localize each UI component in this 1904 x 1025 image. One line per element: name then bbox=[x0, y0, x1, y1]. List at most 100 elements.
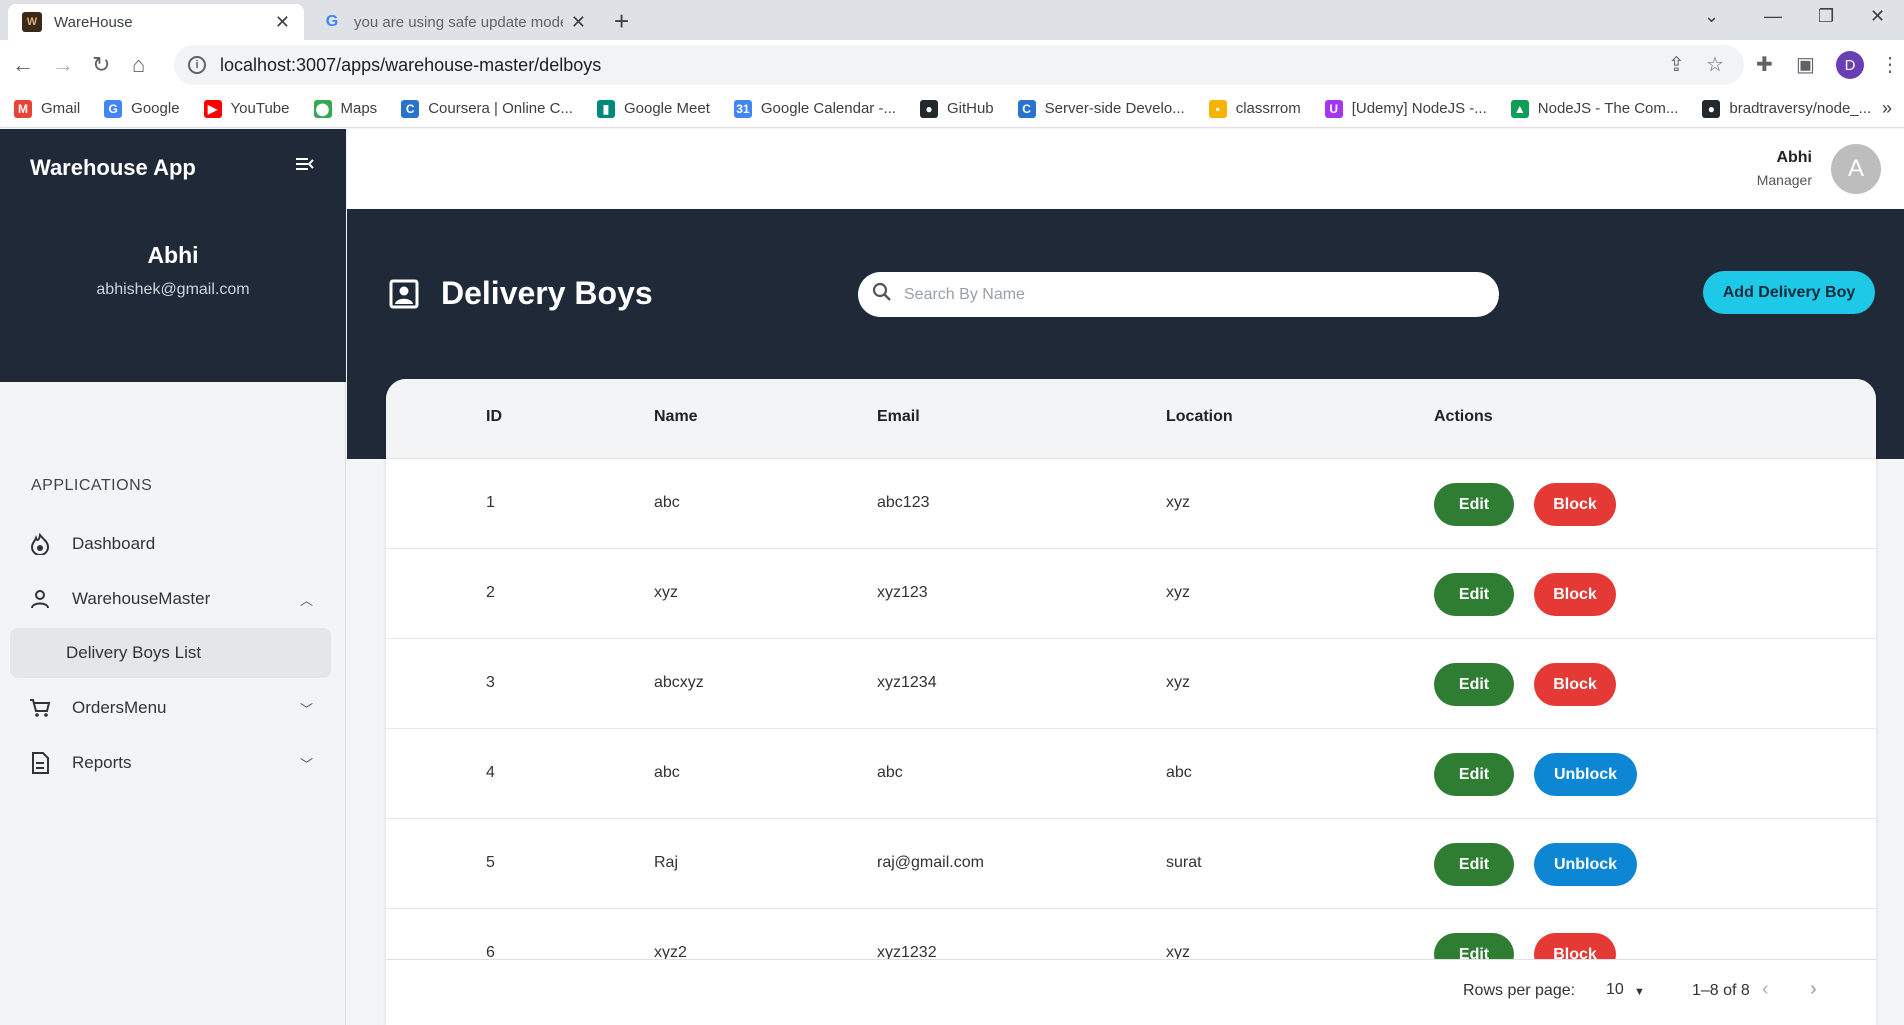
tab-google-search[interactable]: G you are using safe update mode ✕ bbox=[308, 4, 600, 40]
coursera-icon: C bbox=[1017, 99, 1036, 118]
youtube-icon: ▶ bbox=[203, 99, 222, 118]
bookmark-item[interactable]: G Google bbox=[104, 99, 180, 118]
table-row: 5 Raj raj@gmail.com surat Edit Unblock bbox=[386, 819, 1876, 909]
edit-button[interactable]: Edit bbox=[1434, 483, 1514, 526]
column-header-name: Name bbox=[654, 408, 698, 425]
add-delivery-boy-button[interactable]: Add Delivery Boy bbox=[1703, 271, 1875, 314]
sidebar-item-delivery-boys-list[interactable]: Delivery Boys List bbox=[10, 628, 331, 678]
cell-email: abc bbox=[877, 764, 903, 781]
sidebar-item-label: Reports bbox=[72, 753, 132, 772]
unblock-button[interactable]: Unblock bbox=[1534, 753, 1637, 796]
bookmark-item[interactable]: 31 Google Calendar -... bbox=[733, 99, 896, 118]
forward-icon[interactable]: → bbox=[52, 52, 74, 78]
topbar-user-name: Abhi bbox=[1776, 149, 1812, 166]
table-pagination: Rows per page: 10 ▼ 1–8 of 8 ‹ › bbox=[386, 959, 1876, 1025]
edit-button[interactable]: Edit bbox=[1434, 753, 1514, 796]
google-icon: G bbox=[104, 99, 123, 118]
edit-button[interactable]: Edit bbox=[1434, 843, 1514, 886]
caret-down-icon[interactable]: ▼ bbox=[1634, 986, 1645, 998]
reload-icon[interactable]: ↻ bbox=[92, 52, 110, 78]
meet-icon: ▮ bbox=[596, 99, 615, 118]
collapse-menu-icon[interactable] bbox=[296, 155, 314, 178]
chevron-up-icon: ︿ bbox=[299, 592, 313, 608]
avatar[interactable]: A bbox=[1831, 144, 1881, 194]
bookmark-item[interactable]: ▶ YouTube bbox=[203, 99, 290, 118]
sidebar-item-dashboard[interactable]: Dashboard bbox=[10, 519, 331, 569]
table-row: 1 abc abc123 xyz Edit Block bbox=[386, 459, 1876, 549]
cell-name: Raj bbox=[654, 854, 679, 871]
block-button[interactable]: Block bbox=[1534, 663, 1616, 706]
table-row: 3 abcxyz xyz1234 xyz Edit Block bbox=[386, 639, 1876, 729]
previous-page-icon[interactable]: ‹ bbox=[1762, 978, 1769, 1001]
extensions-icon[interactable]: ✚ bbox=[1756, 52, 1773, 77]
bookmark-label: Gmail bbox=[41, 100, 81, 117]
close-icon[interactable]: ✕ bbox=[571, 12, 586, 33]
tab-search-icon[interactable]: ⌄ bbox=[1704, 6, 1719, 27]
unblock-button[interactable]: Unblock bbox=[1534, 843, 1637, 886]
bookmark-item[interactable]: M Gmail bbox=[14, 99, 81, 118]
topbar-user-role: Manager bbox=[1756, 172, 1812, 188]
window-close-icon[interactable]: ✕ bbox=[1870, 6, 1885, 27]
profile-avatar[interactable]: D bbox=[1836, 51, 1864, 79]
share-icon[interactable]: ⇪ bbox=[1668, 52, 1685, 77]
search-input[interactable] bbox=[904, 285, 1464, 304]
table-header: ID Name Email Location Actions bbox=[386, 379, 1876, 459]
bookmark-label: bradtraversy/node_... bbox=[1729, 100, 1872, 117]
bookmark-item[interactable]: ⬤ Maps bbox=[313, 99, 378, 118]
rows-per-page-select[interactable]: 10 bbox=[1606, 981, 1624, 999]
bookmark-item[interactable]: ● GitHub bbox=[919, 99, 994, 118]
bookmark-star-icon[interactable]: ☆ bbox=[1706, 52, 1724, 77]
bookmark-item[interactable]: ● bradtraversy/node_... bbox=[1702, 99, 1872, 118]
bookmark-label: Google bbox=[131, 100, 180, 117]
cell-name: abc bbox=[654, 764, 680, 781]
back-icon[interactable]: ← bbox=[12, 52, 34, 78]
calendar-icon: 31 bbox=[733, 99, 752, 118]
bookmarks-bar: M Gmail G Google ▶ YouTube ⬤ Maps C Coursera | On… bbox=[0, 90, 1904, 128]
bookmark-item[interactable]: U [Udemy] NodeJS -... bbox=[1324, 99, 1487, 118]
edit-button[interactable]: Edit bbox=[1434, 573, 1514, 616]
cell-location: xyz bbox=[1166, 584, 1190, 601]
site-info-icon[interactable]: i bbox=[188, 56, 206, 74]
block-button[interactable]: Block bbox=[1534, 483, 1616, 526]
restore-icon[interactable]: ❐ bbox=[1818, 6, 1834, 27]
sidebar-header: Warehouse App Abhi abhishek@gmail.com bbox=[0, 129, 346, 382]
bookmark-label: Google Calendar -... bbox=[760, 100, 896, 117]
bookmark-item[interactable]: C Coursera | Online C... bbox=[401, 99, 573, 118]
rows-per-page-label: Rows per page: bbox=[1463, 982, 1576, 999]
close-icon[interactable]: ✕ bbox=[275, 12, 290, 33]
delivery-boys-table: ID Name Email Location Actions 1 abc abc12… bbox=[386, 379, 1876, 1025]
sidebar-item-reports[interactable]: Reports ﹀ bbox=[10, 738, 331, 788]
new-tab-icon[interactable]: + bbox=[614, 6, 629, 37]
bookmark-item[interactable]: ▲ NodeJS - The Com... bbox=[1510, 99, 1678, 118]
bookmark-label: Maps bbox=[340, 100, 378, 117]
cell-name: abcxyz bbox=[654, 674, 704, 691]
minimize-icon[interactable]: — bbox=[1764, 6, 1782, 27]
edit-button[interactable]: Edit bbox=[1434, 663, 1514, 706]
google-favicon-icon: G bbox=[325, 13, 339, 30]
cell-location: xyz bbox=[1166, 494, 1190, 511]
bookmark-item[interactable]: C Server-side Develo... bbox=[1017, 99, 1185, 118]
person-icon bbox=[28, 587, 52, 611]
next-page-icon[interactable]: › bbox=[1810, 978, 1817, 1001]
search-box bbox=[858, 272, 1499, 317]
sidebar-item-label: Delivery Boys List bbox=[66, 643, 202, 662]
cell-email: abc123 bbox=[877, 494, 930, 511]
sidebar-item-warehousemaster[interactable]: WarehouseMaster ︿ bbox=[10, 574, 331, 624]
sidebar: Warehouse App Abhi abhishek@gmail.com AP… bbox=[0, 129, 346, 1025]
table-row: 2 xyz xyz123 xyz Edit Block bbox=[386, 549, 1876, 639]
github-icon: ● bbox=[1702, 99, 1721, 118]
sidebar-item-ordersmenu[interactable]: OrdersMenu ﹀ bbox=[10, 683, 331, 733]
address-bar[interactable]: i localhost:3007/apps/warehouse-master/d… bbox=[174, 45, 1744, 85]
pagination-range: 1–8 of 8 bbox=[1692, 982, 1750, 999]
bookmark-label: GitHub bbox=[946, 100, 994, 117]
bookmark-item[interactable]: ▮ Google Meet bbox=[596, 99, 710, 118]
block-button[interactable]: Block bbox=[1534, 573, 1616, 616]
browser-menu-icon[interactable]: ⋮ bbox=[1880, 52, 1900, 77]
cart-icon bbox=[28, 696, 52, 720]
bookmark-item[interactable]: ▪ classrrom bbox=[1208, 99, 1301, 118]
more-bookmarks-icon[interactable]: » bbox=[1882, 98, 1892, 119]
home-icon[interactable]: ⌂ bbox=[132, 52, 145, 78]
cell-email: xyz123 bbox=[877, 584, 928, 601]
side-panel-icon[interactable]: ▣ bbox=[1796, 52, 1815, 77]
tab-warehouse[interactable]: W WareHouse ✕ bbox=[8, 4, 304, 40]
